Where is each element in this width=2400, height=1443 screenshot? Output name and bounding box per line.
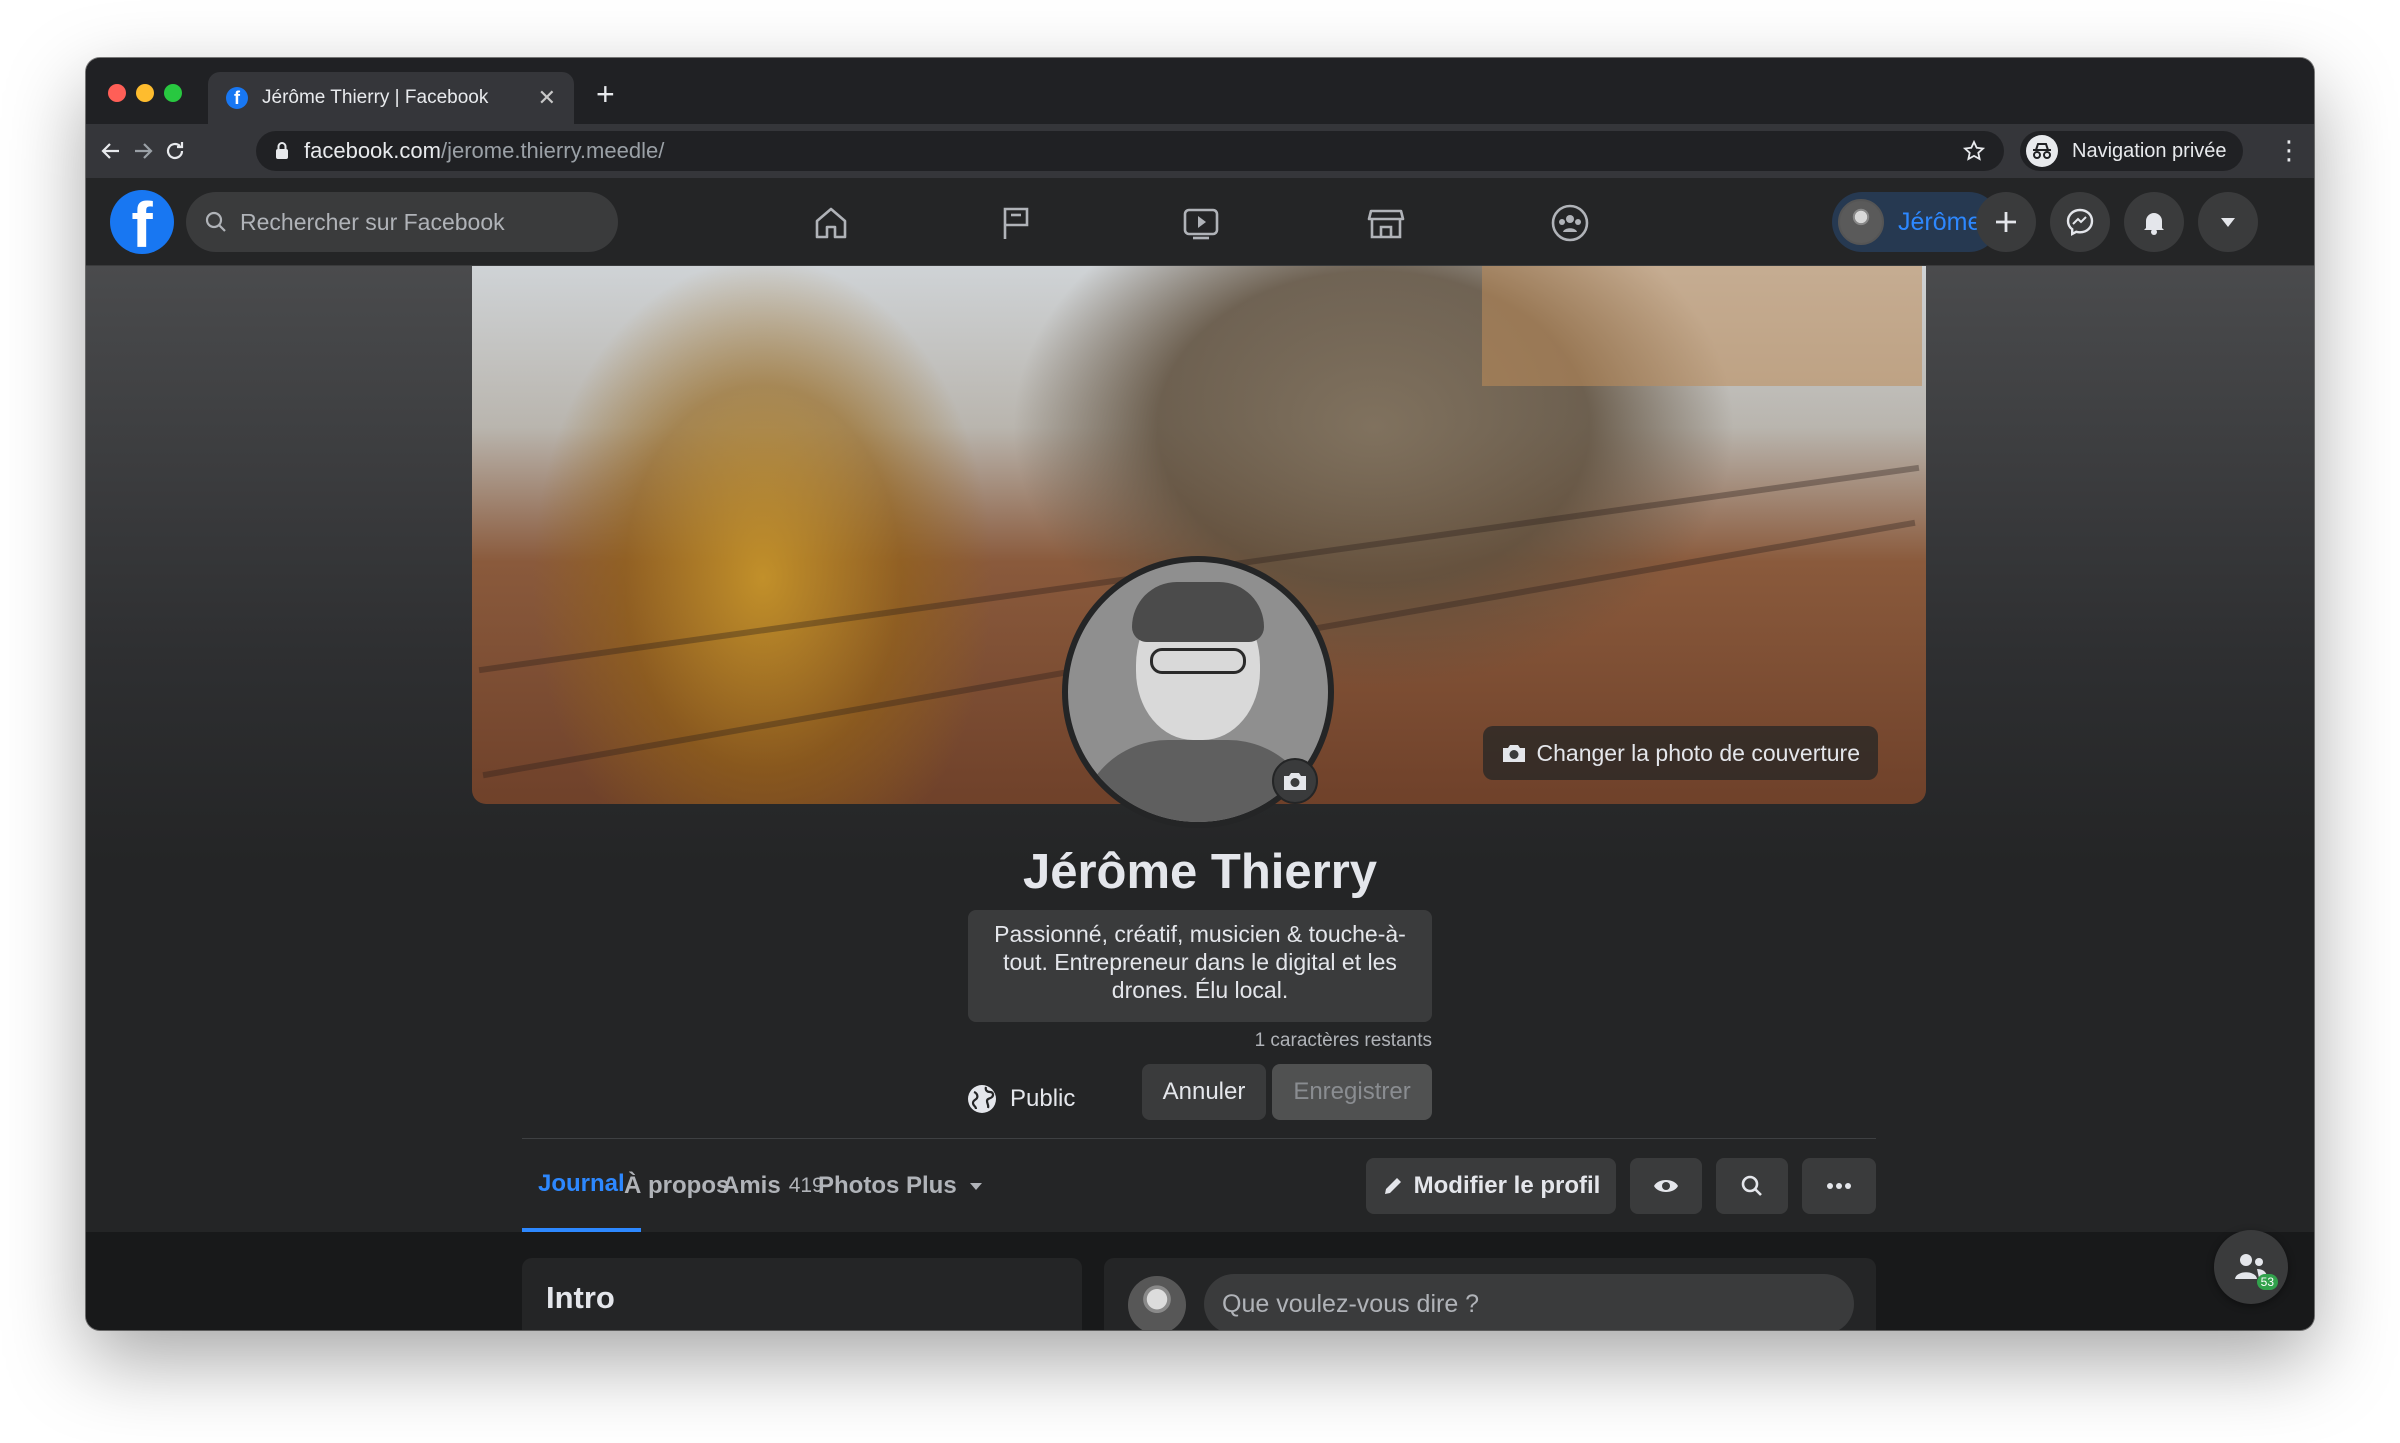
notifications-bell-icon[interactable] [2124,192,2184,252]
tab-strip: f Jérôme Thierry | Facebook ✕ + [86,58,2314,124]
update-profile-picture-camera-icon[interactable] [1272,758,1318,804]
change-cover-button[interactable]: Changer la photo de couverture [1482,726,1878,780]
search-input[interactable] [240,208,600,236]
tab-about[interactable]: À propos [624,1140,729,1232]
change-cover-label: Changer la photo de couverture [1536,739,1861,766]
facebook-search[interactable] [186,192,618,252]
window-minimize-button[interactable] [136,84,154,102]
forward-arrow-icon[interactable] [128,136,158,166]
tab-label: À propos [624,1172,730,1199]
save-button[interactable]: Enregistrer [1272,1064,1432,1120]
globe-icon [968,1085,996,1113]
account-menu-chevron-icon[interactable] [2198,192,2258,252]
messenger-icon[interactable] [2050,192,2110,252]
cover-table-shape [1482,266,1922,386]
tab-friends[interactable]: Amis 419 [722,1140,824,1232]
address-bar[interactable]: facebook.com/jerome.thierry.meedle/ [256,131,2004,171]
plus-icon[interactable] [1976,192,2036,252]
caret-down-icon [969,1183,982,1190]
profile-name: Jérôme Thierry [1022,845,1378,899]
avatar[interactable] [1128,1276,1186,1330]
incognito-label: Navigation privée [2072,139,2227,162]
profile-tabs: Journal À propos Amis 419 Photos Plus Mod… [522,1140,1876,1232]
home-icon[interactable] [808,200,854,246]
more-options-icon[interactable] [1802,1158,1876,1214]
tab-photos[interactable]: Photos [818,1140,899,1232]
search-icon [205,211,226,232]
window-zoom-button[interactable] [164,84,182,102]
avatar [1838,199,1884,245]
bookmark-star-icon[interactable] [1962,139,1986,163]
tab-label: Plus [906,1172,957,1199]
browser-window: f Jérôme Thierry | Facebook ✕ + facebook… [86,58,2314,1330]
edit-profile-button[interactable]: Modifier le profil [1366,1158,1616,1214]
tab-close-icon[interactable]: ✕ [538,85,556,111]
camera-icon [1502,745,1525,762]
pencil-icon [1384,1178,1401,1194]
browser-menu-icon[interactable]: ⋮ [2276,136,2302,164]
contacts-badge: 53 [2256,1274,2278,1290]
watch-video-icon[interactable] [1178,200,1224,246]
window-close-button[interactable] [108,84,126,102]
profile-chip-name: Jérôme [1898,207,1982,236]
contacts-button[interactable]: 53 [2214,1230,2288,1304]
groups-icon[interactable] [1547,200,1593,246]
back-arrow-icon[interactable] [96,136,126,166]
browser-tab[interactable]: f Jérôme Thierry | Facebook ✕ [208,72,574,124]
edit-profile-label: Modifier le profil [1413,1172,1601,1199]
intro-title: Intro [546,1280,615,1315]
privacy-label: Public [1010,1085,1076,1112]
bio-privacy-selector[interactable]: Public [966,1072,1075,1126]
reload-icon[interactable] [160,136,190,166]
facebook-top-bar: f Jérôme [86,178,2314,266]
facebook-favicon-icon: f [226,87,248,109]
tab-title: Jérôme Thierry | Facebook [262,87,489,108]
intro-card: Intro [522,1258,1082,1330]
create-post-input[interactable] [1204,1274,1854,1330]
characters-remaining: 1 caractères restants [1254,1030,1432,1051]
lock-icon [276,142,288,159]
tab-label: Journal [538,1170,625,1197]
cancel-button[interactable]: Annuler [1142,1064,1266,1120]
browser-toolbar: facebook.com/jerome.thierry.meedle/ Navi… [86,124,2314,178]
avatar-glasses-shape [1150,648,1246,674]
avatar-hair-shape [1132,582,1264,642]
incognito-indicator[interactable]: Navigation privée [2020,131,2243,171]
profile-chip[interactable]: Jérôme [1832,192,2000,252]
bio-textarea[interactable]: Passionné, créatif, musicien & touche-à-… [968,910,1432,1022]
facebook-logo-icon[interactable]: f [110,190,174,254]
tab-label: Photos [818,1172,900,1199]
tab-label: Amis [722,1172,781,1199]
pages-flag-icon[interactable] [993,200,1039,246]
url-host: facebook.com [304,138,441,163]
tab-more[interactable]: Plus [906,1140,985,1232]
incognito-icon [2026,135,2058,167]
new-tab-plus-icon[interactable]: + [596,78,615,110]
create-post-card [1104,1258,1876,1330]
marketplace-icon[interactable] [1363,200,1409,246]
profile-divider [522,1138,1876,1139]
url-path: /jerome.thierry.meedle/ [440,138,665,163]
search-icon[interactable] [1716,1158,1788,1214]
tab-journal[interactable]: Journal [522,1140,641,1232]
view-as-eye-icon[interactable] [1630,1158,1702,1214]
